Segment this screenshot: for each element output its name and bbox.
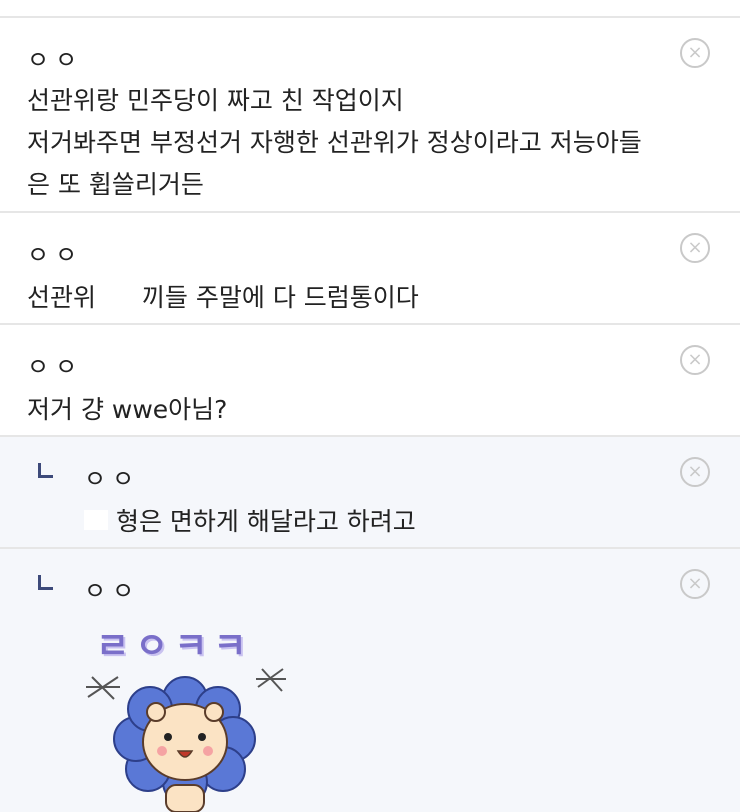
redacted-block (103, 286, 134, 306)
reply-nickname[interactable]: ㅇㅇ (84, 571, 140, 606)
reply-body: 형은 면하게 해달라고 하려고 (84, 501, 700, 543)
delete-comment-button[interactable]: × (680, 233, 710, 263)
close-icon: × (687, 461, 703, 482)
redacted-block (84, 510, 108, 530)
comment-nickname[interactable]: ㅇㅇ (27, 235, 83, 270)
delete-comment-button[interactable]: × (680, 38, 710, 68)
reply-arrow-icon (38, 575, 53, 590)
reply-text: 형은 면하게 해달라고 하려고 (115, 507, 416, 536)
reply-nickname[interactable]: ㅇㅇ (84, 459, 140, 494)
close-icon: × (687, 573, 703, 594)
comment-body: 선관위랑 민주당이 짜고 친 작업이지 저거봐주면 부정선거 자행한 선관위가 … (27, 80, 700, 206)
delete-reply-button[interactable]: × (680, 569, 710, 599)
comment-nickname[interactable]: ㅇㅇ (27, 347, 83, 382)
comment-body: 저거 걍 wwe아님? (27, 395, 228, 424)
comment-body: 선관위 끼들 주말에 다 드럼통이다 (27, 277, 700, 319)
comment-item: ㅇㅇ × 선관위랑 민주당이 짜고 친 작업이지 저거봐주면 부정선거 자행한 … (0, 16, 740, 211)
reply-item: ㅇㅇ × 형은 면하게 해달라고 하려고 (0, 435, 740, 547)
comment-line: 저거봐주면 부정선거 자행한 선관위가 정상이라고 저능아들 (27, 128, 642, 157)
close-icon: × (687, 237, 703, 258)
reply-item: ㅇㅇ × ㄹㅇㅋㅋ (0, 547, 740, 812)
comment-line: 선관위랑 민주당이 짜고 친 작업이지 (27, 86, 404, 115)
comment-thread: ㅇㅇ × 선관위랑 민주당이 짜고 친 작업이지 저거봐주면 부정선거 자행한 … (0, 0, 740, 812)
comment-item: ㅇㅇ × 선관위 끼들 주말에 다 드럼통이다 (0, 211, 740, 323)
delete-reply-button[interactable]: × (680, 457, 710, 487)
comment-text-part: 선관위 (27, 283, 97, 312)
close-icon: × (687, 349, 703, 370)
comment-line: 은 또 휩쓸리거든 (27, 170, 204, 199)
comment-nickname[interactable]: ㅇㅇ (27, 40, 83, 75)
close-icon: × (687, 42, 703, 63)
lion-sticker-art (86, 668, 286, 812)
comment-text-part: 끼들 주말에 다 드럼통이다 (141, 283, 419, 312)
comment-item: ㅇㅇ × 저거 걍 wwe아님? (0, 323, 740, 435)
lion-flower-sticker-icon[interactable]: ㄹㅇㅋㅋ (78, 617, 293, 812)
reply-arrow-icon (38, 463, 53, 478)
delete-comment-button[interactable]: × (680, 345, 710, 375)
